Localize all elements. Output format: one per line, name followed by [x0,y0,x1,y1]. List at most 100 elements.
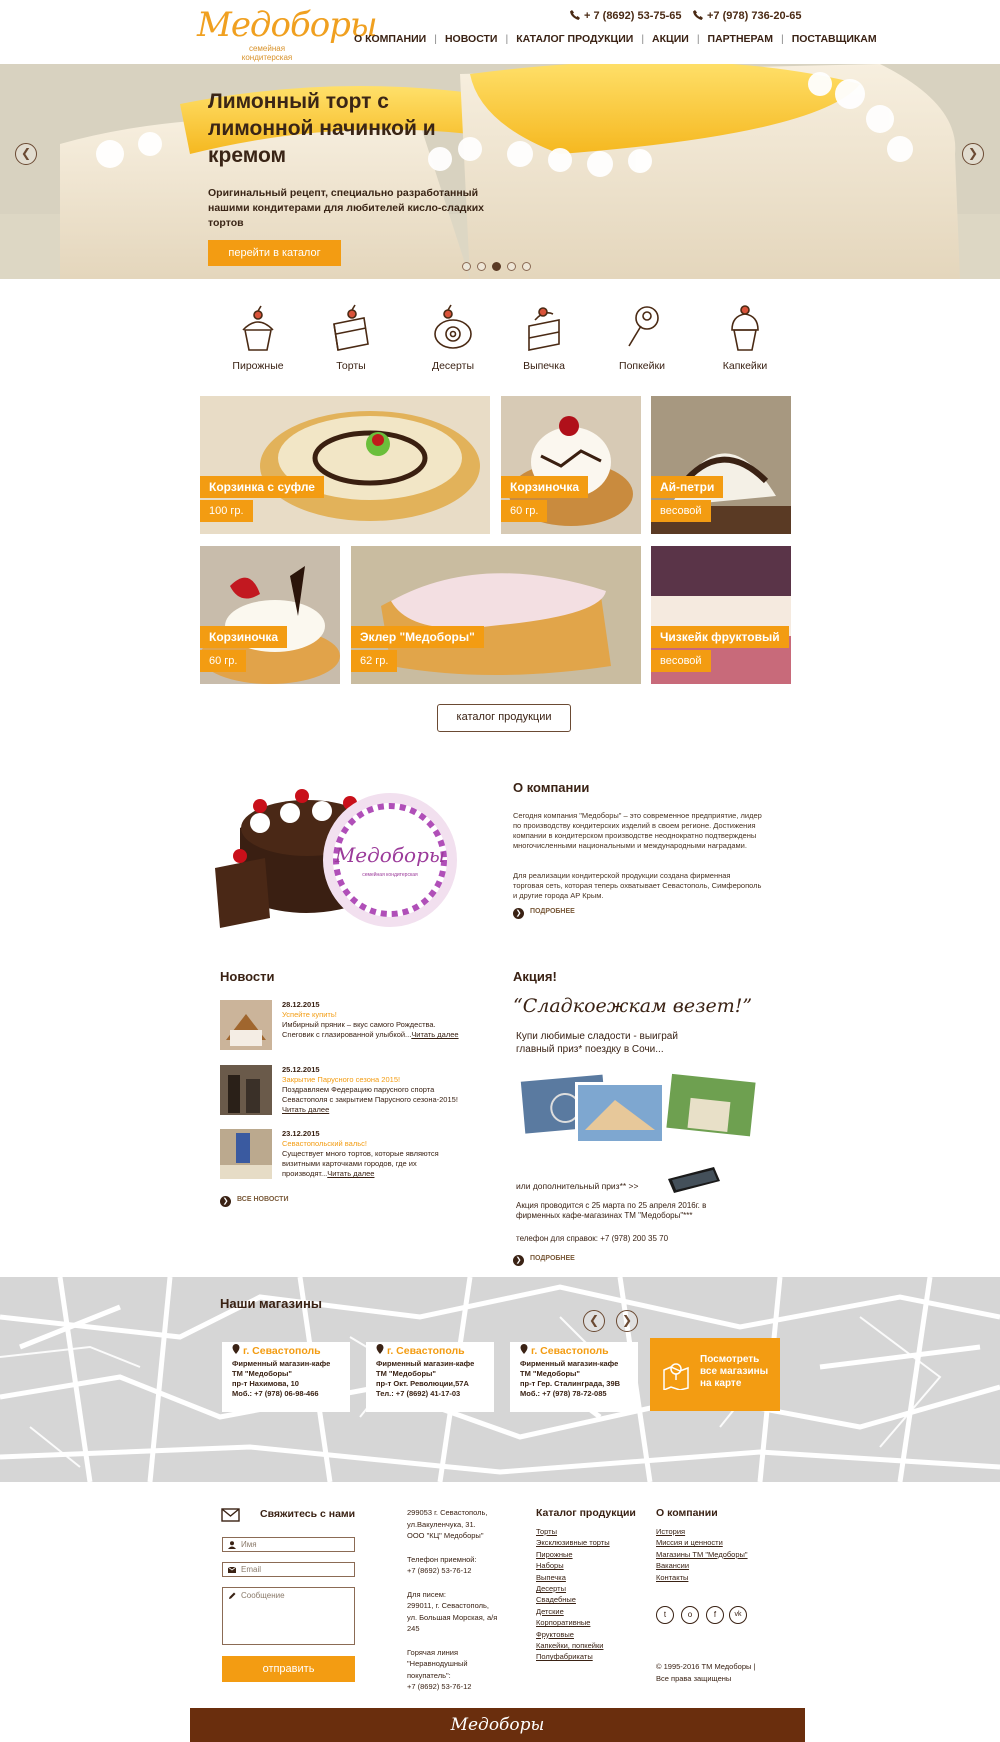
message-field[interactable]: Сообщение [222,1587,355,1645]
category-bakery[interactable]: Выпечка [499,300,589,372]
read-more-link[interactable]: Читать далее [411,1030,458,1039]
category-pastries[interactable]: Пирожные [213,300,303,372]
news-headline[interactable]: Закрытие Парусного сезона 2015! [282,1075,467,1085]
nav-partners[interactable]: ПАРТНЕРАМ [708,33,773,45]
product-tile[interactable]: Чизкейк фруктовый весовой [651,546,791,684]
address-line: ул.Вакуленчука, 31. [407,1519,476,1529]
footer-link[interactable]: Контакты [656,1572,748,1583]
view-all-stores-button[interactable]: Посмотреть все магазины на карте [650,1338,780,1411]
tablet-image [662,1165,724,1200]
hero-catalog-button[interactable]: перейти в каталог [208,240,341,266]
news-item[interactable]: 28.12.2015 Успейте купить! Имбирный прян… [220,1000,460,1056]
category-label: Попкейки [619,360,665,372]
store-brand: ТМ "Медоборы" [520,1369,580,1378]
slide-dot-active[interactable] [492,262,501,271]
logo[interactable]: Медоборы семейная кондитерская [197,6,378,62]
footer-link[interactable]: Пирожные [536,1549,610,1560]
footer-address: 299053 г. Севастополь, ул.Вакуленчука, 3… [407,1507,497,1693]
news-item[interactable]: 23.12.2015 Севастопольский вальс! Сущест… [220,1129,460,1185]
footer-link[interactable]: Выпечка [536,1572,610,1583]
footer-link[interactable]: Фруктовые [536,1629,610,1640]
slide-dot[interactable] [507,262,516,271]
footer-link[interactable]: Свадебные [536,1594,610,1605]
phone-1[interactable]: + 7 (8692) 53-75-65 [570,10,682,22]
read-more-link[interactable]: Читать далее [327,1169,374,1178]
nav-suppliers[interactable]: ПОСТАВЩИКАМ [792,33,877,45]
cakepop-icon [628,306,659,347]
footer-link[interactable]: Миссия и ценности [656,1537,748,1548]
footer-logo[interactable]: Медоборы [451,1715,545,1735]
read-more-link[interactable]: Читать далее [282,1105,329,1114]
stores-map[interactable] [0,1277,1000,1482]
hero-prev-arrow-icon[interactable]: ❮ [15,143,37,165]
vk-icon[interactable]: vk [729,1606,747,1624]
product-weight: весовой [651,650,711,672]
store-address: пр-т Гер. Сталинграда, 39В [520,1379,621,1388]
category-cupcakes[interactable]: Капкейки [700,300,790,372]
footer-link[interactable]: История [656,1526,748,1537]
about-more-link[interactable]: ❯ ПОДРОБНЕЕ [513,908,575,919]
product-tile[interactable]: Эклер "Медоборы" 62 гр. [351,546,641,684]
category-cakepops[interactable]: Попкейки [597,300,687,372]
odnoklassniki-icon[interactable]: o [681,1606,699,1624]
nav-catalog[interactable]: КАТАЛОГ ПРОДУКЦИИ [516,33,633,45]
stores-next-arrow-icon[interactable]: ❯ [616,1310,638,1332]
product-tile[interactable]: Корзинка с суфле 100 гр. [200,396,490,534]
category-desserts[interactable]: Десерты [408,300,498,372]
nav-separator: | [696,33,700,45]
email-field[interactable]: Email [222,1562,355,1577]
stores-prev-arrow-icon[interactable]: ❮ [583,1310,605,1332]
product-weight: 60 гр. [200,650,247,672]
hero-description: Оригинальный рецепт, специально разработ… [208,187,484,229]
category-cakes[interactable]: Торты [306,300,396,372]
footer-catalog-title: Каталог продукции [536,1507,636,1519]
footer-link[interactable]: Наборы [536,1560,610,1571]
footer-link[interactable]: Детские [536,1606,610,1617]
footer-link[interactable]: Капкейки, попкейки [536,1640,610,1651]
promo-slogan: “Сладкоежкам везет!” [513,995,753,1017]
product-tile[interactable]: Корзиночка 60 гр. [200,546,340,684]
facebook-icon[interactable]: f [706,1606,724,1624]
store-card[interactable]: г. Севастополь Фирменный магазин-кафе ТМ… [510,1342,638,1412]
slide-dot[interactable] [462,262,471,271]
phone-2[interactable]: +7 (978) 736-20-65 [693,10,801,22]
nav-news[interactable]: НОВОСТИ [445,33,498,45]
map-icon [663,1363,689,1390]
catalog-button[interactable]: каталог продукции [437,704,571,732]
news-title: Новости [220,969,275,984]
nav-about[interactable]: О КОМПАНИИ [354,33,426,45]
footer-link[interactable]: Магазины ТМ "Медоборы" [656,1549,748,1560]
slide-dot[interactable] [477,262,486,271]
footer-link[interactable]: Эксклюзивные торты [536,1537,610,1548]
news-headline[interactable]: Успейте купить! [282,1010,467,1020]
name-field[interactable]: Имя [222,1537,355,1552]
footer-link[interactable]: Корпоративные [536,1617,610,1628]
product-weight: 100 гр. [200,500,253,522]
store-card[interactable]: г. Севастополь Фирменный магазин-кафе ТМ… [222,1342,350,1412]
footer-link[interactable]: Десерты [536,1583,610,1594]
footer-link[interactable]: Вакансии [656,1560,748,1571]
nav-promo[interactable]: АКЦИИ [652,33,689,45]
hotline-phone[interactable]: +7 (8692) 53-76-12 [407,1681,497,1693]
footer-link[interactable]: Торты [536,1526,610,1537]
footer-link[interactable]: Полуфабрикаты [536,1651,610,1662]
promo-photos-image [516,1069,760,1144]
news-headline[interactable]: Севастопольский вальс! [282,1139,467,1149]
twitter-icon[interactable]: t [656,1606,674,1624]
slide-dot[interactable] [522,262,531,271]
all-news-link[interactable]: ❯ ВСЕ НОВОСТИ [220,1196,288,1207]
mail-label: Для писем: [407,1589,447,1599]
product-tile[interactable]: Ай-петри весовой [651,396,791,534]
news-item[interactable]: 25.12.2015 Закрытие Парусного сезона 201… [220,1065,460,1121]
footer-catalog-links: Торты Эксклюзивные торты Пирожные Наборы… [536,1526,610,1663]
promo-extra[interactable]: или дополнительный приз** >> [516,1180,638,1193]
product-tile[interactable]: Корзиночка 60 гр. [501,396,641,534]
hotline-line: "Неравнодушный [407,1659,468,1668]
location-pin-icon [520,1344,528,1354]
reception-phone[interactable]: +7 (8692) 53-76-12 [407,1565,497,1577]
store-card[interactable]: г. Севастополь Фирменный магазин-кафе ТМ… [366,1342,494,1412]
send-button[interactable]: отправить [222,1656,355,1682]
promo-more-link[interactable]: ❯ ПОДРОБНЕЕ [513,1255,575,1266]
pencil-icon [229,1592,236,1599]
hero-next-arrow-icon[interactable]: ❯ [962,143,984,165]
